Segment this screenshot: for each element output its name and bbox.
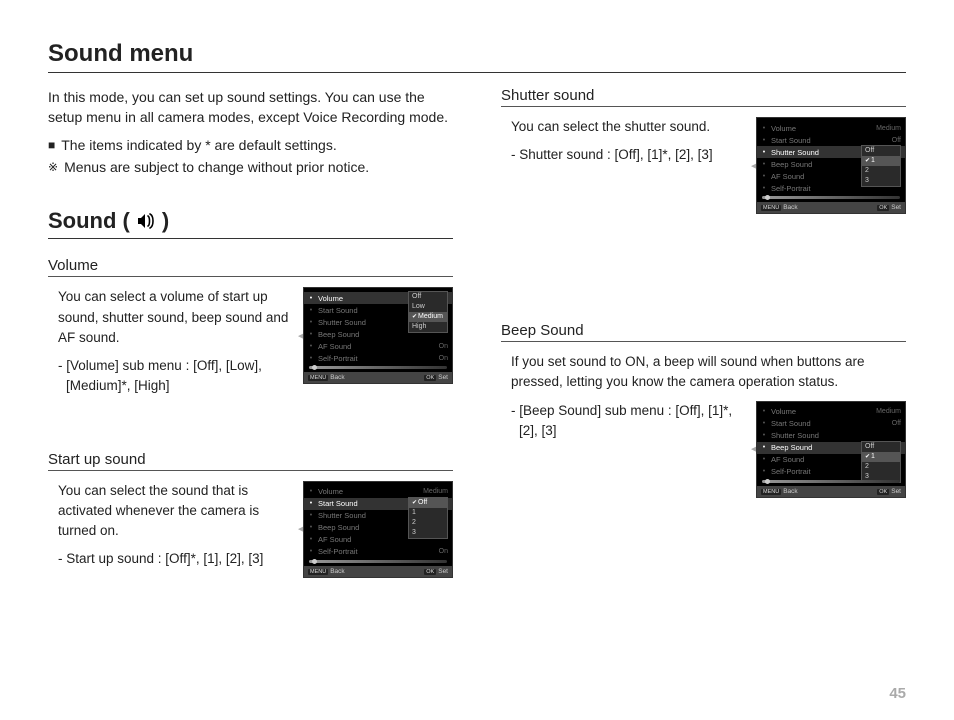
startup-heading: Start up sound	[48, 451, 453, 471]
page-title: Sound menu	[48, 40, 906, 73]
startup-menu-screenshot: ◀)) •VolumeMedium •Start Sound •Shutter …	[303, 481, 453, 578]
page-number: 45	[889, 685, 906, 702]
volume-menu-screenshot: ◀)) •Volume •Start Sound •Shutter Sound …	[303, 287, 453, 384]
shutter-heading: Shutter sound	[501, 87, 906, 107]
square-bullet-icon: ■	[48, 136, 55, 158]
intro-text: In this mode, you can set up sound setti…	[48, 87, 453, 128]
volume-options: - [Volume] sub menu : [Off], [Low], [Med…	[66, 356, 291, 397]
reference-mark-icon: ※	[48, 158, 58, 180]
beep-options: - [Beep Sound] sub menu : [Off], [1]*, […	[519, 401, 744, 442]
sound-heading: Sound ( )	[48, 208, 453, 239]
startup-options: - Start up sound : [Off]*, [1], [2], [3]	[66, 549, 291, 569]
volume-heading: Volume	[48, 257, 453, 277]
note-default-text: The items indicated by * are default set…	[61, 134, 336, 156]
menu-item-afsound: AF Sound	[318, 342, 435, 351]
speaker-icon	[136, 212, 156, 230]
shutter-menu-screenshot: ◀)) •VolumeMedium •Start SoundOff •Shutt…	[756, 117, 906, 214]
shutter-options: - Shutter sound : [Off], [1]*, [2], [3]	[519, 145, 744, 165]
right-column: Shutter sound You can select the shutter…	[501, 87, 906, 578]
volume-desc: You can select a volume of start up soun…	[58, 287, 291, 348]
shutter-desc: You can select the shutter sound.	[511, 117, 744, 137]
sound-heading-suffix: )	[162, 208, 169, 234]
note-change: ※ Menus are subject to change without pr…	[48, 156, 453, 178]
menu-item-selfportrait: Self-Portrait	[318, 354, 435, 363]
startup-desc: You can select the sound that is activat…	[58, 481, 291, 542]
left-column: In this mode, you can set up sound setti…	[48, 87, 453, 578]
sound-heading-prefix: Sound (	[48, 208, 130, 234]
beep-heading: Beep Sound	[501, 322, 906, 342]
note-default: ■ The items indicated by * are default s…	[48, 134, 453, 156]
back-label: Back	[330, 374, 344, 381]
beep-menu-screenshot: ◀)) •VolumeMedium •Start SoundOff •Shutt…	[756, 401, 906, 498]
beep-desc: If you set sound to ON, a beep will soun…	[511, 352, 906, 393]
set-label: Set	[438, 374, 448, 381]
note-change-text: Menus are subject to change without prio…	[64, 156, 369, 178]
